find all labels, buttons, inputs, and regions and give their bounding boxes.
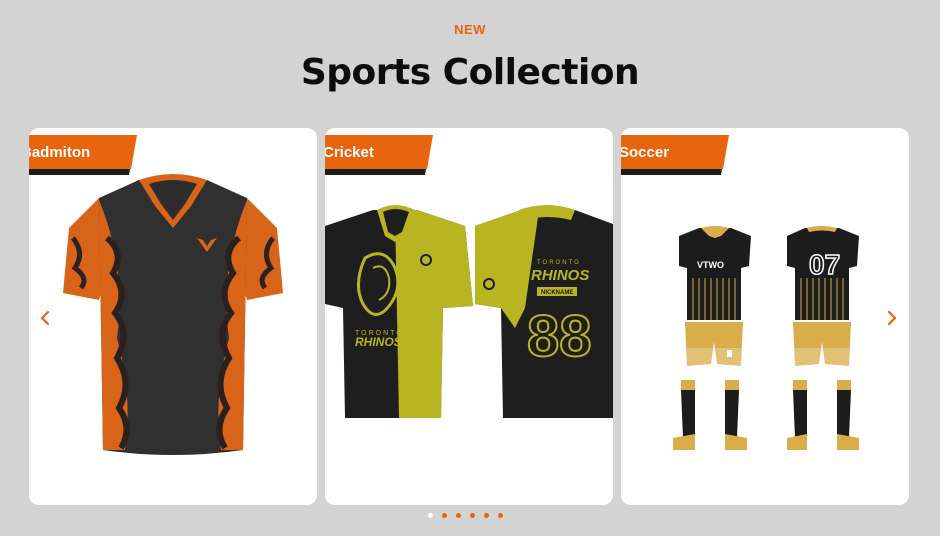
soccer-kit-image: VTWO 07 (673, 226, 859, 450)
product-card-cricket[interactable]: Cricket TORONTO RHINOS TORONTO RHINOS NI… (325, 128, 613, 505)
category-tag: Badmiton (29, 135, 137, 175)
cricket-number: 88 (527, 304, 592, 369)
product-carousel: Badmiton Cricket (0, 128, 940, 506)
cricket-back-team-line1: TORONTO (537, 260, 581, 266)
category-tag: Cricket (325, 135, 433, 175)
badminton-jersey-image (63, 174, 283, 455)
cricket-front-team-line2: RHINOS (355, 335, 402, 349)
category-tag: Soccer (621, 135, 729, 175)
product-card-badminton[interactable]: Badmiton (29, 128, 317, 505)
pagination-dot[interactable] (470, 513, 475, 518)
product-card-soccer[interactable]: Soccer VTWO 07 (621, 128, 909, 505)
cricket-back-team-line2: RHINOS (531, 267, 589, 284)
pagination-dot[interactable] (428, 513, 433, 518)
pagination-dot[interactable] (484, 513, 489, 518)
section-title: Sports Collection (300, 52, 640, 93)
carousel-prev-button[interactable] (33, 306, 57, 330)
pagination-dot[interactable] (442, 513, 447, 518)
pagination-dot[interactable] (498, 513, 503, 518)
soccer-brand-text: VTWO (697, 260, 724, 270)
soccer-number: 07 (809, 249, 840, 280)
cricket-jersey-image: TORONTO RHINOS TORONTO RHINOS NICKNAME 8… (325, 205, 613, 418)
category-label: Cricket (325, 144, 374, 161)
pagination-dot[interactable] (456, 513, 461, 518)
cricket-nickname: NICKNAME (541, 290, 573, 296)
section-eyebrow: NEW (454, 22, 486, 37)
chevron-right-icon (887, 310, 897, 326)
carousel-next-button[interactable] (880, 306, 904, 330)
chevron-left-icon (40, 310, 50, 326)
carousel-pagination (428, 513, 503, 518)
category-label: Soccer (621, 144, 670, 161)
category-label: Badmiton (29, 144, 91, 161)
